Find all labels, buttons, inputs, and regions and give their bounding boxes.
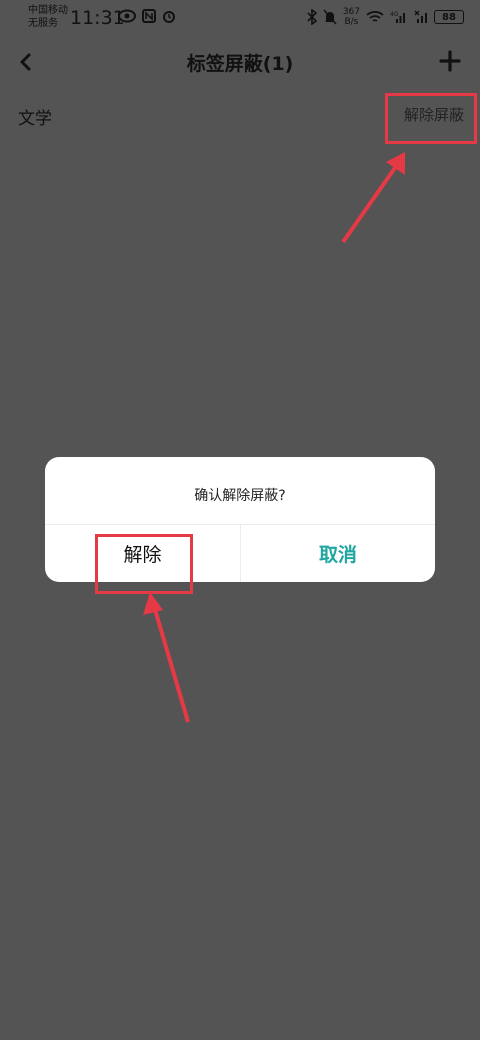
net-speed: 367 B/s <box>343 7 360 27</box>
net-speed-value: 367 <box>342 7 360 17</box>
alarm-icon <box>163 11 175 23</box>
tag-name: 文学 <box>18 109 52 129</box>
status-icons-right: 367 B/s 4G 88 <box>307 7 464 27</box>
signal-label: 4G <box>390 11 399 18</box>
page-title: 标签屏蔽(1) <box>186 53 294 75</box>
arrow-to-confirm <box>143 592 190 723</box>
highlight-box-unblock <box>385 93 477 144</box>
carrier-name: 中国移动 <box>28 5 68 16</box>
signal-icon: 4G <box>390 11 405 23</box>
wifi-icon <box>366 11 384 22</box>
carrier-service: 无服务 <box>28 18 58 29</box>
arrow-to-unblock <box>341 152 405 244</box>
carrier-info: 中国移动 无服务 <box>28 4 68 30</box>
battery-icon: 88 <box>434 10 464 24</box>
signal-x-icon <box>414 10 427 23</box>
eye-icon <box>118 9 136 23</box>
status-time: 11:31 <box>70 7 125 29</box>
add-tag-button[interactable] <box>438 49 462 73</box>
plus-icon <box>439 50 461 72</box>
nfc-icon <box>142 9 156 23</box>
bluetooth-icon <box>307 9 317 25</box>
cancel-button[interactable]: 取消 <box>241 525 435 582</box>
highlight-box-confirm <box>95 534 193 594</box>
navbar: 标签屏蔽(1) <box>0 40 480 84</box>
status-icons-left <box>118 9 176 23</box>
dialog-message: 确认解除屏蔽? <box>194 488 286 504</box>
status-bar: 中国移动 无服务 11:31 367 B/s 4G 88 <box>0 0 480 36</box>
mute-bell-icon <box>323 9 337 25</box>
net-speed-unit: B/s <box>344 17 359 27</box>
